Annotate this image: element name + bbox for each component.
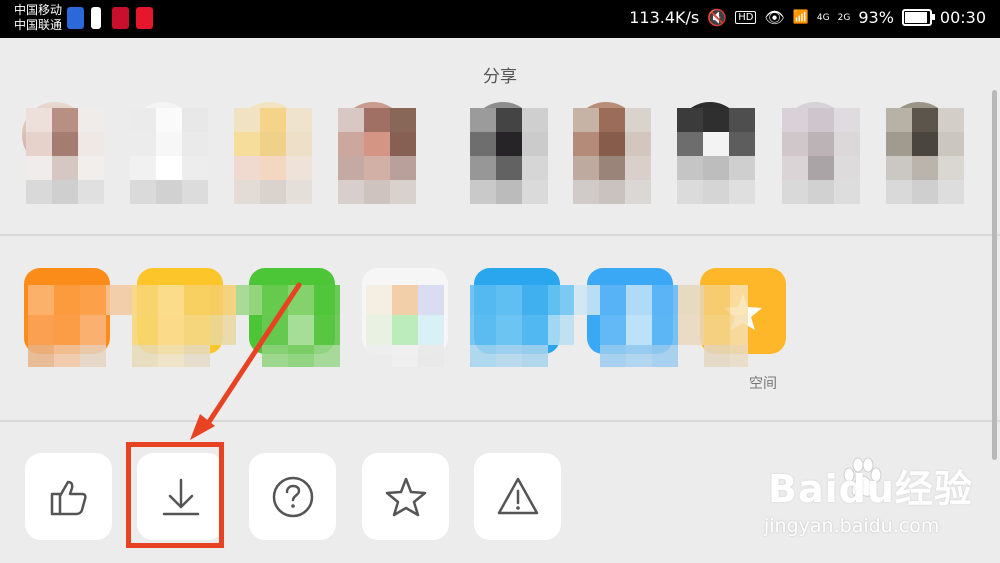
watermark-logo: Baidu经验 [768, 467, 973, 511]
watermark-url: jingyan.baidu.com [764, 515, 940, 537]
scrollbar[interactable] [992, 90, 997, 460]
